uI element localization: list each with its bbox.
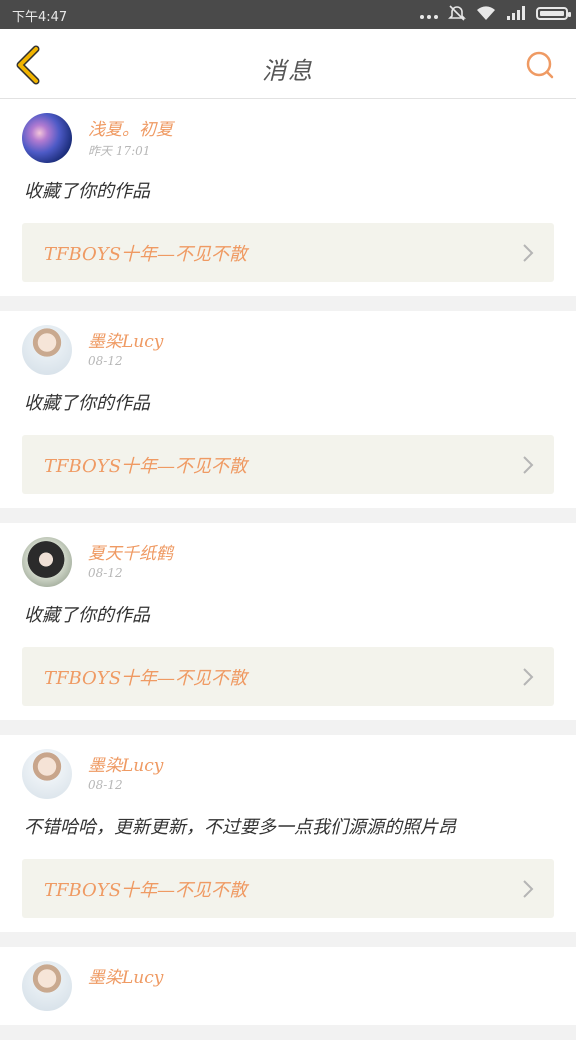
message-time: 08-12: [88, 354, 123, 368]
message-card: 夏天千纸鹤 08-12 收藏了你的作品 TFBOYS十年—不见不散: [0, 523, 576, 720]
avatar[interactable]: [22, 325, 72, 375]
sender-name[interactable]: 墨染Lucy: [88, 327, 163, 352]
work-link[interactable]: TFBOYS十年—不见不散: [22, 223, 554, 282]
sender-name[interactable]: 墨染Lucy: [88, 963, 163, 988]
wifi-icon: [477, 6, 495, 20]
work-title: TFBOYS十年—不见不散: [44, 456, 248, 477]
search-icon[interactable]: [524, 49, 556, 81]
sender-name[interactable]: 墨染Lucy: [88, 751, 163, 776]
work-link[interactable]: TFBOYS十年—不见不散: [22, 435, 554, 494]
message-text: 不错哈哈，更新更新，不过要多一点我们源源的照片昂: [24, 817, 456, 838]
message-time: 08-12: [88, 778, 123, 792]
message-time: 昨天 17:01: [88, 144, 151, 158]
message-time: 08-12: [88, 566, 123, 580]
page-title: 消息: [262, 57, 314, 85]
message-list: 浅夏。初夏 昨天 17:01 收藏了你的作品 TFBOYS十年—不见不散 墨染L…: [0, 99, 576, 1040]
message-card: 墨染Lucy 08-12 不错哈哈，更新更新，不过要多一点我们源源的照片昂 TF…: [0, 735, 576, 932]
avatar[interactable]: [22, 113, 72, 163]
status-icons: [420, 4, 571, 22]
nav-header: 消息: [0, 29, 576, 99]
message-text: 收藏了你的作品: [24, 605, 150, 626]
message-card: 墨染Lucy 08-12 收藏了你的作品 TFBOYS十年—不见不散: [0, 311, 576, 508]
avatar[interactable]: [22, 749, 72, 799]
avatar[interactable]: [22, 961, 72, 1011]
message-text: 收藏了你的作品: [24, 181, 150, 202]
message-card: 浅夏。初夏 昨天 17:01 收藏了你的作品 TFBOYS十年—不见不散: [0, 99, 576, 296]
more-dots-icon: [420, 15, 438, 19]
dnd-icon: [448, 5, 466, 21]
work-title: TFBOYS十年—不见不散: [44, 880, 248, 901]
sender-name[interactable]: 浅夏。初夏: [88, 115, 173, 140]
work-link[interactable]: TFBOYS十年—不见不散: [22, 647, 554, 706]
battery-icon: [536, 6, 571, 20]
message-card: 墨染Lucy: [0, 947, 576, 1025]
work-link[interactable]: TFBOYS十年—不见不散: [22, 859, 554, 918]
signal-icon: [507, 6, 525, 20]
work-title: TFBOYS十年—不见不散: [44, 668, 248, 689]
status-time: 下午4:47: [12, 10, 68, 25]
chevron-right-icon: [523, 456, 534, 474]
chevron-right-icon: [523, 880, 534, 898]
avatar[interactable]: [22, 537, 72, 587]
status-bar: 下午4:47: [0, 0, 576, 29]
chevron-right-icon: [523, 244, 534, 262]
work-title: TFBOYS十年—不见不散: [44, 244, 248, 265]
message-text: 收藏了你的作品: [24, 393, 150, 414]
sender-name[interactable]: 夏天千纸鹤: [88, 539, 173, 564]
chevron-right-icon: [523, 668, 534, 686]
